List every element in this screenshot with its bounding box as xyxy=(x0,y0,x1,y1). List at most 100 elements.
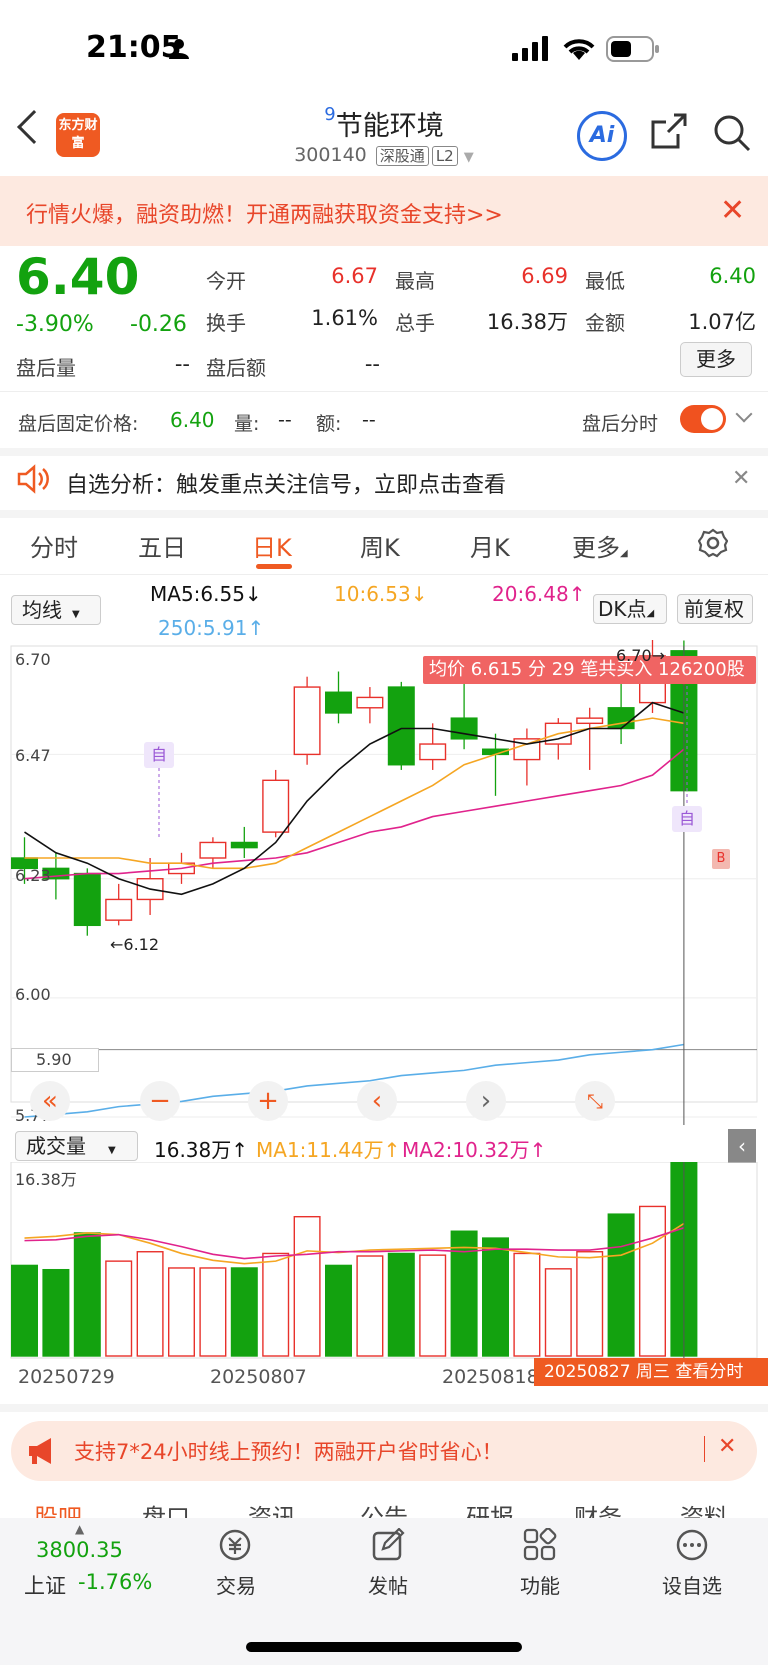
market-tag: 深股通 xyxy=(375,146,429,166)
after-price-label: 盘后固定价格: xyxy=(18,413,139,435)
index-value[interactable]: 3800.35 xyxy=(36,1538,123,1562)
tab-timeshare[interactable]: 分时 xyxy=(30,528,78,563)
after-timeshare-label: 盘后分时 xyxy=(582,413,659,435)
tab-weekly-k[interactable]: 周K xyxy=(360,528,400,563)
after-hours-toggle[interactable] xyxy=(680,405,726,433)
active-tab-underline xyxy=(256,564,292,569)
volume-bar xyxy=(73,1232,101,1357)
vol-ma1-line xyxy=(24,1222,685,1265)
select-caret-icon: ▼ xyxy=(72,609,80,620)
sub-tab-finance[interactable]: 财务 xyxy=(574,1498,622,1518)
date-label: 20250818 xyxy=(442,1366,539,1388)
ma5-value: MA5:6.55↓ xyxy=(150,582,262,606)
zoom-out-icon[interactable]: − xyxy=(140,1081,180,1121)
watch-signal-marker[interactable]: 自 xyxy=(672,806,702,832)
candle xyxy=(105,898,133,921)
share-icon[interactable] xyxy=(650,112,688,150)
sub-tab-pankou[interactable]: 盘口 xyxy=(142,1498,190,1518)
zoom-in-icon[interactable]: + xyxy=(248,1081,288,1121)
select-caret-icon: ▼ xyxy=(108,1145,116,1156)
nav-trade[interactable]: 交易 xyxy=(186,1570,286,1599)
indicator-select[interactable]: 均线 ▼ xyxy=(11,595,101,625)
ai-button[interactable]: Ai xyxy=(577,111,627,161)
volume-bar xyxy=(199,1267,227,1357)
forward-adjust-button[interactable]: 前复权 xyxy=(677,594,753,624)
kline-chart[interactable] xyxy=(0,640,768,1125)
volume-chart[interactable] xyxy=(0,1162,768,1362)
nav-function[interactable]: 功能 xyxy=(490,1570,590,1599)
divider xyxy=(0,391,768,392)
nav-post[interactable]: 发帖 xyxy=(338,1570,438,1599)
index-percent[interactable]: -1.76% xyxy=(78,1570,152,1594)
post-icon[interactable] xyxy=(371,1528,405,1562)
caret-up-icon: ▲ xyxy=(75,1522,85,1536)
volume-select[interactable]: 成交量 ▼ xyxy=(15,1131,138,1161)
tab-more[interactable]: 更多◢ xyxy=(572,528,628,563)
divider xyxy=(704,1436,705,1462)
stock-code: 300140 xyxy=(294,144,367,166)
ma20-value: 20:6.48↑ xyxy=(492,582,586,606)
total-label: 总手 xyxy=(395,311,435,335)
volume-bar xyxy=(293,1215,321,1357)
watch-signal-marker[interactable]: 自 xyxy=(144,742,174,768)
ma5-line xyxy=(24,701,685,896)
volume-bar xyxy=(167,1267,195,1357)
scroll-right-icon[interactable]: › xyxy=(466,1081,506,1121)
total-value: 16.38万 xyxy=(486,310,568,334)
sub-tab-research[interactable]: 研报 xyxy=(466,1498,514,1518)
tab-monthly-k[interactable]: 月K xyxy=(470,528,510,563)
promo-text[interactable]: 支持7*24小时线上预约！两融开户省时省心！ xyxy=(74,1436,503,1466)
vol-ma2-value: MA2:10.32万↑ xyxy=(402,1138,547,1162)
scroll-left-fast-icon[interactable]: « xyxy=(30,1081,70,1121)
fullscreen-icon[interactable]: ⤡ xyxy=(575,1081,615,1121)
after-vol2-value: -- xyxy=(278,409,292,431)
close-icon[interactable]: ✕ xyxy=(720,193,745,228)
candle xyxy=(356,696,384,709)
divider xyxy=(0,1404,768,1412)
after-vol-label: 盘后量 xyxy=(16,356,76,380)
change-amount: -0.26 xyxy=(130,312,187,337)
ma250-marker: 5.90 xyxy=(11,1048,99,1072)
search-icon[interactable] xyxy=(712,113,752,153)
gear-icon[interactable] xyxy=(698,528,728,558)
sub-tab-bar[interactable]: 股吧 盘口 资讯 公告 研报 财务 资料 xyxy=(0,1496,768,1518)
battery-icon xyxy=(606,36,659,62)
dk-point-button[interactable]: DK点◢ xyxy=(593,594,667,624)
scroll-left-icon[interactable]: ‹ xyxy=(357,1081,397,1121)
collapse-panel-icon[interactable]: ‹ xyxy=(728,1129,756,1163)
volume-bar xyxy=(262,1252,290,1357)
banner-text[interactable]: 行情火爆，融资助燃！开通两融获取资金支持>> xyxy=(26,197,503,229)
sub-tab-announce[interactable]: 公告 xyxy=(360,1498,408,1518)
function-icon[interactable] xyxy=(523,1528,557,1562)
volume-bar xyxy=(230,1267,258,1357)
chevron-down-icon[interactable] xyxy=(735,405,753,423)
nav-add-watchlist[interactable]: 设自选 xyxy=(642,1570,742,1599)
turnover-value: 1.61% xyxy=(311,306,378,330)
dk-point-label: DK点 xyxy=(598,597,647,621)
close-icon[interactable]: ✕ xyxy=(732,466,750,491)
after-vol2-label: 量: xyxy=(234,413,260,435)
volume-bar xyxy=(639,1205,667,1357)
sub-tab-guba[interactable]: 股吧 xyxy=(34,1498,82,1518)
sub-tab-news[interactable]: 资讯 xyxy=(248,1498,296,1518)
buy-marker[interactable]: B xyxy=(712,849,730,869)
sub-tab-profile[interactable]: 资料 xyxy=(680,1498,728,1518)
index-name[interactable]: 上证 xyxy=(24,1570,66,1600)
more-dots-icon[interactable] xyxy=(675,1528,709,1562)
trade-icon[interactable] xyxy=(217,1528,253,1562)
high-marker: 6.70→ xyxy=(616,646,666,665)
close-icon[interactable]: ✕ xyxy=(718,1434,736,1459)
high-label: 最高 xyxy=(395,269,435,293)
tab-daily-k[interactable]: 日K xyxy=(252,528,292,563)
divider xyxy=(0,574,768,575)
indicator-select-label: 均线 xyxy=(22,598,62,622)
date-tooltip[interactable]: 20250827 周三 查看分时 xyxy=(534,1358,768,1386)
current-price: 6.40 xyxy=(16,248,140,306)
analysis-text[interactable]: 自选分析：触发重点关注信号，立即点击查看 xyxy=(66,467,506,499)
volume-bar xyxy=(325,1264,353,1357)
volume-max-label: 16.38万 xyxy=(15,1170,77,1189)
tab-five-day[interactable]: 五日 xyxy=(138,528,186,563)
caret-icon: ◢ xyxy=(646,608,655,619)
more-button[interactable]: 更多 xyxy=(680,342,752,377)
date-label: 20250729 xyxy=(18,1366,115,1388)
